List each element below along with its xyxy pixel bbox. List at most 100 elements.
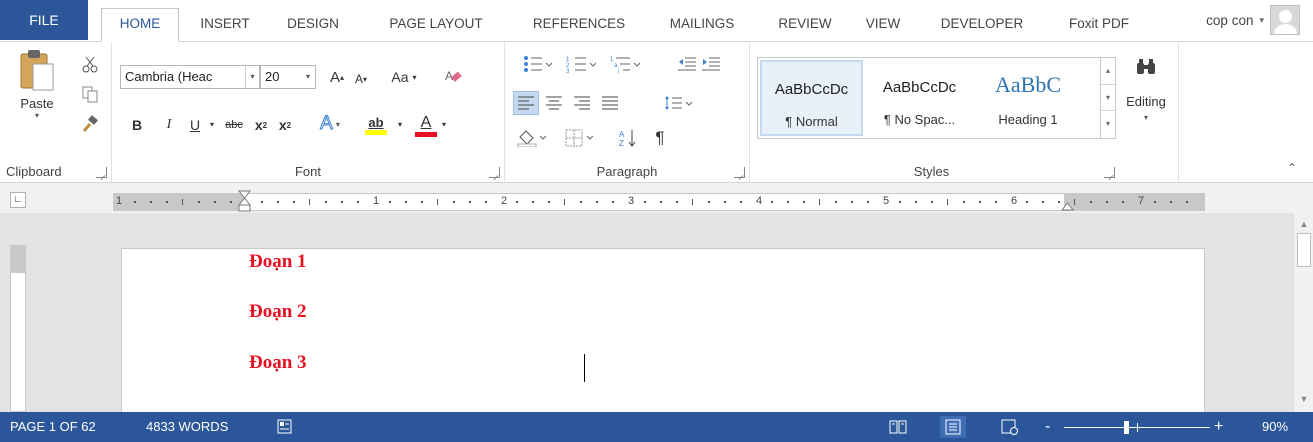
highlight-swatch xyxy=(365,130,387,135)
document-page[interactable]: Đoạn 1 Đoạn 2 Đoạn 3 xyxy=(121,248,1205,412)
avatar[interactable] xyxy=(1270,5,1300,35)
tab-view[interactable]: VIEW xyxy=(856,9,910,41)
text-effects-button[interactable]: A ▾ xyxy=(312,112,348,136)
read-mode-icon[interactable] xyxy=(889,419,907,435)
svg-text:i: i xyxy=(618,69,619,74)
tab-review[interactable]: REVIEW xyxy=(766,9,844,41)
editing-button[interactable]: Editing ▾ xyxy=(1119,48,1173,152)
tab-design[interactable]: DESIGN xyxy=(274,9,352,41)
proofing-icon[interactable] xyxy=(277,419,293,435)
tab-selector-icon[interactable]: ∟ xyxy=(10,192,26,208)
font-group: Cambria (Heac ▾ 20 ▾ A ▴ A ▾ Aa ▾ A B I U ▾… xyxy=(112,42,505,182)
style-normal[interactable]: AaBbCcDc ¶ Normal xyxy=(760,60,863,136)
multilevel-list-button[interactable]: 1ai xyxy=(603,52,647,76)
decrease-indent-button[interactable] xyxy=(675,52,699,76)
style-no-spacing[interactable]: AaBbCcDc ¶ No Spac... xyxy=(868,60,971,136)
align-right-button[interactable] xyxy=(569,91,595,115)
document-heading[interactable]: Đoạn 1 xyxy=(249,251,307,273)
font-launcher-icon[interactable] xyxy=(489,167,500,178)
borders-button[interactable] xyxy=(561,126,601,150)
horizontal-ruler[interactable]: 1 1 2 3 4 5 6 7 xyxy=(113,190,1205,212)
scroll-up-icon[interactable]: ▲ xyxy=(1298,218,1310,230)
line-spacing-icon xyxy=(665,96,693,110)
align-left-button[interactable] xyxy=(513,91,539,115)
chevron-down-icon[interactable]: ▾ xyxy=(301,66,315,88)
justify-button[interactable] xyxy=(597,91,623,115)
strikethrough-button[interactable]: abc xyxy=(220,114,248,136)
chevron-down-icon[interactable]: ▾ xyxy=(398,120,402,129)
styles-gallery: AaBbCcDc ¶ Normal AaBbCcDc ¶ No Spac... … xyxy=(757,57,1116,139)
tab-file[interactable]: FILE xyxy=(0,0,88,40)
increase-indent-button[interactable] xyxy=(699,52,723,76)
underline-button[interactable]: U xyxy=(184,114,206,136)
font-size-combo[interactable]: 20 ▾ xyxy=(260,65,316,89)
collapse-ribbon-icon[interactable]: ⌃ xyxy=(1284,160,1300,176)
user-account[interactable]: cop con ▾ xyxy=(1206,0,1313,40)
zoom-slider-thumb[interactable] xyxy=(1124,421,1129,434)
shrink-font-button[interactable]: A ▾ xyxy=(350,68,372,90)
paint-bucket-icon xyxy=(517,130,547,147)
italic-button[interactable]: I xyxy=(158,114,180,136)
bullets-button[interactable] xyxy=(515,52,559,76)
print-layout-button[interactable] xyxy=(940,416,966,438)
bold-button[interactable]: B xyxy=(126,114,148,136)
document-heading[interactable]: Đoạn 3 xyxy=(249,352,307,374)
clipboard-launcher-icon[interactable] xyxy=(96,167,107,178)
web-layout-icon[interactable] xyxy=(1001,419,1019,435)
vertical-scrollbar[interactable]: ▲ ▼ xyxy=(1293,213,1313,412)
style-sample: AaBbC xyxy=(995,72,1061,97)
tab-page-layout[interactable]: PAGE LAYOUT xyxy=(370,9,502,41)
style-sample: AaBbCcDc xyxy=(774,81,849,98)
ruler-dot xyxy=(835,201,838,203)
shading-button[interactable] xyxy=(513,126,553,150)
vertical-ruler-margin xyxy=(10,245,26,273)
word-count[interactable]: 4833 WORDS xyxy=(146,412,228,442)
ruler-dot xyxy=(739,201,742,203)
font-family-combo[interactable]: Cambria (Heac ▾ xyxy=(120,65,260,89)
numbered-list-icon: 123 xyxy=(566,57,596,74)
highlight-button[interactable]: ab xyxy=(356,112,396,138)
paragraph-launcher-icon[interactable] xyxy=(734,167,745,178)
document-heading[interactable]: Đoạn 2 xyxy=(249,301,307,323)
chevron-down-icon[interactable]: ▾ xyxy=(1144,113,1148,122)
sort-button[interactable]: AZ xyxy=(615,126,641,150)
chevron-down-icon[interactable]: ▾ xyxy=(35,111,39,120)
style-heading-1[interactable]: AaBbC Heading 1 xyxy=(976,60,1080,136)
right-indent-marker-icon[interactable] xyxy=(1061,199,1075,211)
ruler-number: 1 xyxy=(373,195,380,207)
paste-button[interactable]: Paste ▾ xyxy=(7,48,67,148)
zoom-level[interactable]: 90% xyxy=(1262,412,1288,442)
font-color-button[interactable]: A xyxy=(412,112,440,138)
scroll-down-icon[interactable]: ▼ xyxy=(1298,393,1310,405)
align-center-button[interactable] xyxy=(541,91,567,115)
show-formatting-button[interactable]: ¶ xyxy=(647,126,673,150)
scrollbar-thumb[interactable] xyxy=(1297,233,1311,267)
grow-font-button[interactable]: A ▴ xyxy=(326,66,348,88)
tab-insert[interactable]: INSERT xyxy=(190,9,260,41)
ruler-number: 1 xyxy=(116,195,123,207)
format-painter-button[interactable] xyxy=(78,112,102,136)
chevron-down-icon[interactable]: ▾ xyxy=(245,66,259,88)
clear-formatting-button[interactable]: A xyxy=(442,66,464,88)
zoom-in-button[interactable]: + xyxy=(1214,412,1223,442)
user-name[interactable]: cop con xyxy=(1206,13,1253,28)
tab-references[interactable]: REFERENCES xyxy=(518,9,640,41)
chevron-down-icon[interactable]: ▾ xyxy=(442,120,446,129)
numbering-button[interactable]: 123 xyxy=(559,52,603,76)
chevron-down-icon[interactable]: ▾ xyxy=(1259,15,1264,26)
change-case-button[interactable]: Aa ▾ xyxy=(382,66,426,88)
tab-mailings[interactable]: MAILINGS xyxy=(652,9,752,41)
font-group-label: Font xyxy=(294,164,321,179)
chevron-down-icon[interactable]: ▾ xyxy=(210,120,214,129)
page-count[interactable]: PAGE 1 OF 62 xyxy=(10,412,96,442)
line-spacing-button[interactable] xyxy=(659,91,699,115)
copy-button[interactable] xyxy=(78,82,102,106)
tab-foxit-pdf[interactable]: Foxit PDF xyxy=(1054,9,1144,41)
tab-developer[interactable]: DEVELOPER xyxy=(926,9,1038,41)
zoom-out-button[interactable]: - xyxy=(1045,412,1050,442)
ruler-dot xyxy=(787,201,790,203)
tab-home[interactable]: HOME xyxy=(101,8,179,42)
cut-button[interactable] xyxy=(78,52,102,76)
superscript-button[interactable]: x2 xyxy=(274,114,296,136)
subscript-button[interactable]: x2 xyxy=(250,114,272,136)
